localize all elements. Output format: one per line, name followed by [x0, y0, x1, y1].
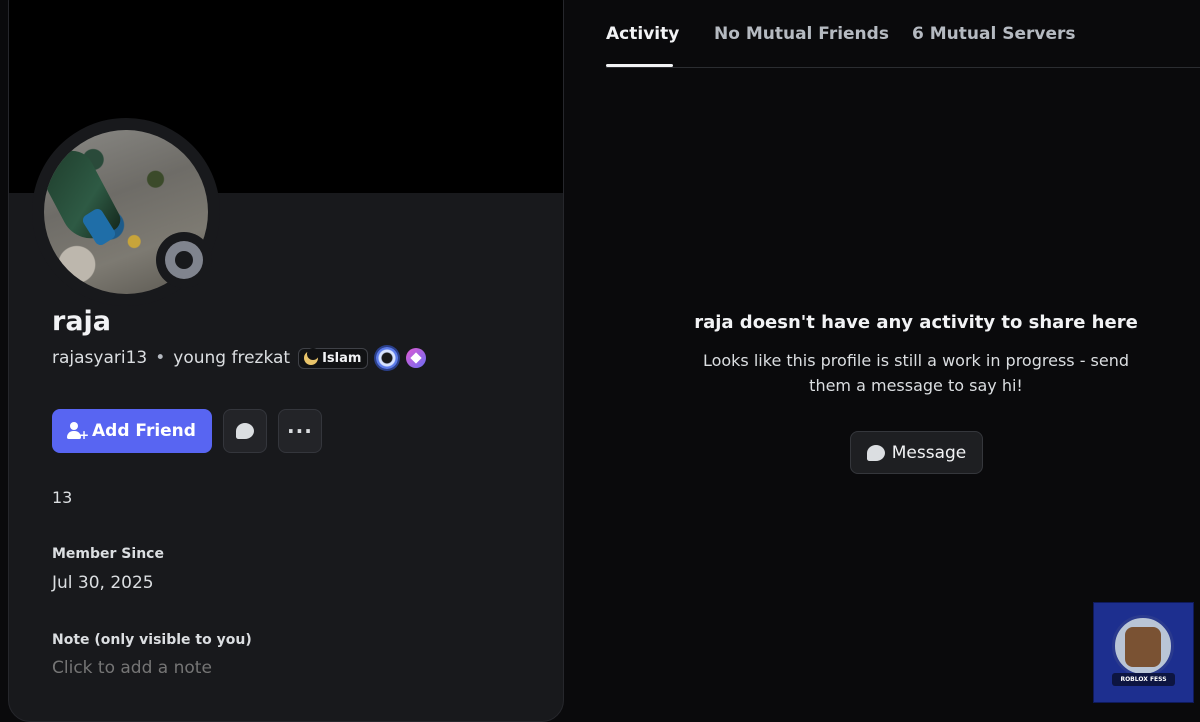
status-indicator-hole — [175, 251, 193, 269]
guild-tag-badge[interactable]: Islam — [298, 347, 369, 369]
message-button[interactable]: Message — [850, 431, 983, 474]
tab-activity[interactable]: Activity — [606, 24, 679, 44]
person-add-icon: + — [66, 422, 89, 441]
send-dm-button[interactable] — [222, 409, 267, 453]
pronouns-status: young frezkat — [173, 348, 291, 368]
more-options-button[interactable]: ··· — [277, 409, 322, 453]
tab-mutual-friends[interactable]: No Mutual Friends — [714, 24, 889, 44]
identity-row: rajasyari13 • young frezkat Islam — [52, 347, 427, 369]
display-name: raja — [52, 306, 112, 337]
moon-icon — [304, 348, 320, 365]
member-since-value: Jul 30, 2025 — [52, 573, 154, 593]
active-tab-indicator — [606, 64, 673, 67]
member-since-label: Member Since — [52, 546, 164, 562]
watermark-text: ROBLOX FESS — [1112, 673, 1175, 686]
add-friend-label: Add Friend — [92, 421, 196, 441]
quest-badge-icon[interactable] — [406, 348, 427, 368]
message-button-label: Message — [891, 442, 967, 463]
more-dots-icon: ··· — [287, 419, 313, 443]
username[interactable]: rajasyari13 — [52, 348, 147, 368]
empty-state-title: raja doesn't have any activity to share … — [694, 312, 1138, 333]
tab-mutual-servers[interactable]: 6 Mutual Servers — [912, 24, 1075, 44]
age-text: 13 — [52, 488, 73, 507]
add-friend-button[interactable]: + Add Friend — [52, 409, 212, 453]
profile-tabs: Activity No Mutual Friends 6 Mutual Serv… — [606, 0, 1200, 68]
chat-bubble-icon — [866, 444, 885, 461]
hypesquad-badge-icon[interactable] — [376, 347, 399, 369]
note-label: Note (only visible to you) — [52, 632, 252, 648]
chat-bubble-icon — [235, 423, 254, 439]
empty-state-text: Looks like this profile is still a work … — [702, 351, 1130, 395]
watermark-logo: ROBLOX FESS — [1093, 602, 1194, 703]
guild-tag-label: Islam — [322, 350, 362, 366]
profile-actions: + Add Friend ··· — [52, 409, 322, 453]
note-input[interactable] — [52, 658, 512, 678]
watermark-face — [1125, 627, 1161, 667]
separator: • — [155, 348, 166, 368]
